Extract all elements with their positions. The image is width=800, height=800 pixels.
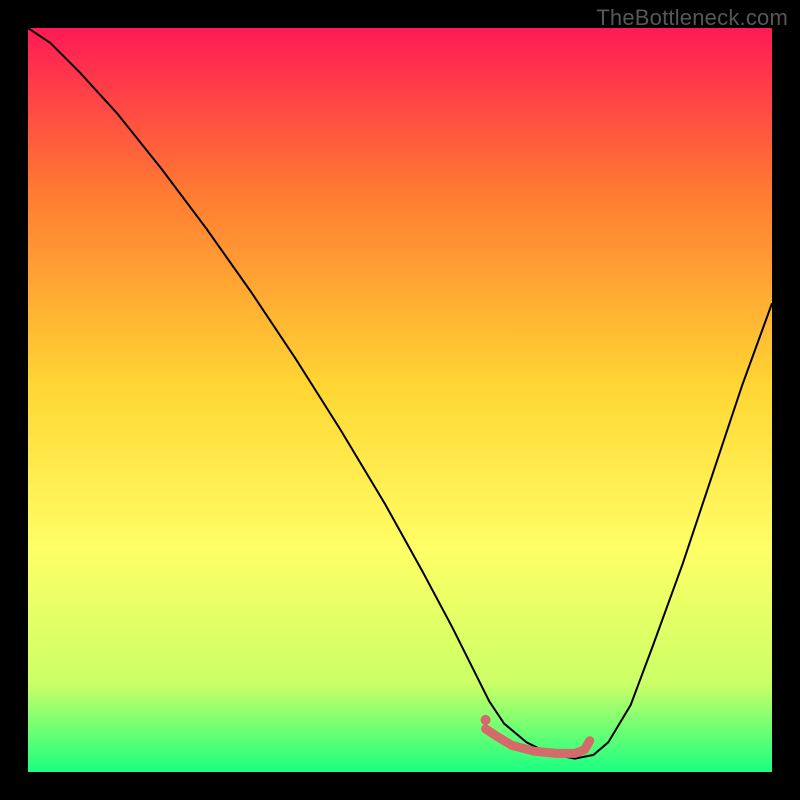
chart-svg xyxy=(28,28,772,772)
chart-background-gradient xyxy=(28,28,772,772)
watermark-text: TheBottleneck.com xyxy=(596,5,788,31)
chart-plot-area xyxy=(28,28,772,772)
highlight-point xyxy=(481,715,491,725)
